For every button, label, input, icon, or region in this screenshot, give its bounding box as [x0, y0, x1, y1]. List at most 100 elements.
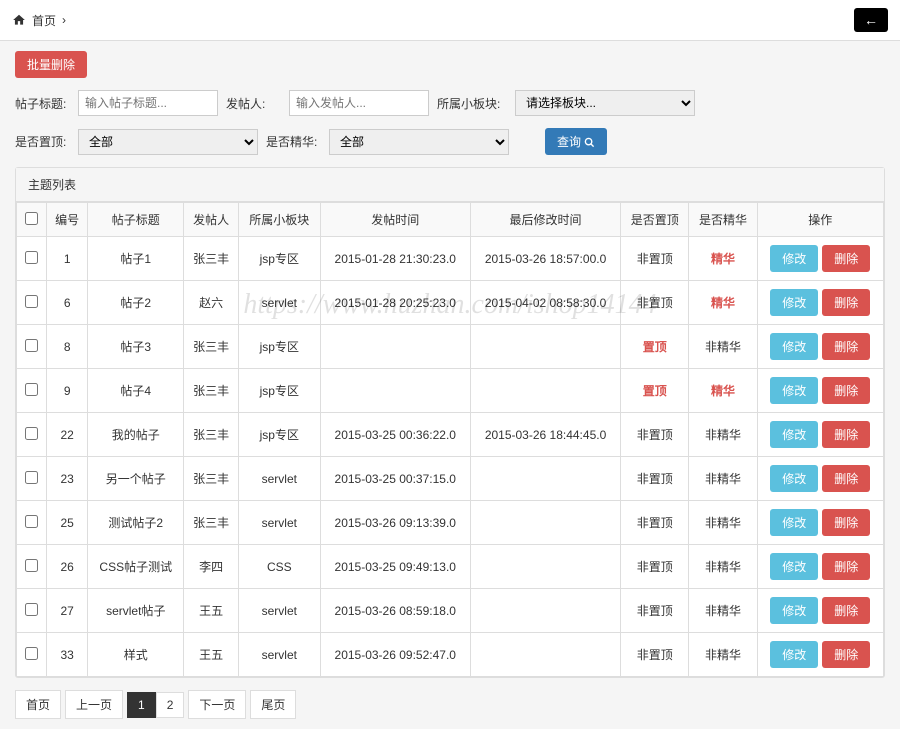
cell-title: 帖子3 — [88, 325, 184, 369]
row-checkbox[interactable] — [25, 383, 38, 396]
edit-button[interactable]: 修改 — [770, 421, 818, 448]
essence-select[interactable]: 全部 — [329, 129, 509, 155]
table-header-row: 编号 帖子标题 发帖人 所属小板块 发帖时间 最后修改时间 是否置顶 是否精华 … — [17, 203, 884, 237]
cell-essence: 精华 — [689, 237, 757, 281]
delete-button[interactable]: 删除 — [822, 465, 870, 492]
cell-post-time: 2015-03-25 00:37:15.0 — [320, 457, 470, 501]
cell-post-time: 2015-03-25 00:36:22.0 — [320, 413, 470, 457]
cell-title: 我的帖子 — [88, 413, 184, 457]
page-prev[interactable]: 上一页 — [65, 690, 123, 719]
cell-modify-time — [470, 501, 620, 545]
cell-board: jsp专区 — [238, 325, 320, 369]
page-last[interactable]: 尾页 — [250, 690, 296, 719]
col-essence: 是否精华 — [689, 203, 757, 237]
delete-button[interactable]: 删除 — [822, 289, 870, 316]
cell-top: 非置顶 — [621, 633, 689, 677]
row-checkbox[interactable] — [25, 295, 38, 308]
cell-id: 33 — [47, 633, 88, 677]
query-button[interactable]: 查询 — [545, 128, 607, 155]
table-row: 33 样式 王五 servlet 2015-03-26 09:52:47.0 非… — [17, 633, 884, 677]
cell-board: servlet — [238, 501, 320, 545]
cell-post-time: 2015-03-25 09:49:13.0 — [320, 545, 470, 589]
cell-board: jsp专区 — [238, 413, 320, 457]
table-row: 6 帖子2 赵六 servlet 2015-01-28 20:25:23.0 2… — [17, 281, 884, 325]
poster-input[interactable] — [289, 90, 429, 116]
back-button[interactable]: ← — [854, 8, 888, 32]
home-icon — [12, 13, 26, 27]
edit-button[interactable]: 修改 — [770, 333, 818, 360]
page-next[interactable]: 下一页 — [188, 690, 246, 719]
cell-poster: 张三丰 — [184, 325, 239, 369]
delete-button[interactable]: 删除 — [822, 377, 870, 404]
board-select[interactable]: 请选择板块... — [515, 90, 695, 116]
cell-id: 9 — [47, 369, 88, 413]
delete-button[interactable]: 删除 — [822, 597, 870, 624]
cell-id: 25 — [47, 501, 88, 545]
cell-post-time: 2015-01-28 21:30:23.0 — [320, 237, 470, 281]
delete-button[interactable]: 删除 — [822, 245, 870, 272]
cell-poster: 张三丰 — [184, 369, 239, 413]
edit-button[interactable]: 修改 — [770, 377, 818, 404]
page-number-1[interactable]: 1 — [127, 692, 156, 718]
edit-button[interactable]: 修改 — [770, 245, 818, 272]
col-title: 帖子标题 — [88, 203, 184, 237]
cell-post-time — [320, 369, 470, 413]
row-checkbox[interactable] — [25, 427, 38, 440]
col-modify-time: 最后修改时间 — [470, 203, 620, 237]
cell-essence: 非精华 — [689, 457, 757, 501]
cell-top: 非置顶 — [621, 501, 689, 545]
cell-id: 6 — [47, 281, 88, 325]
edit-button[interactable]: 修改 — [770, 641, 818, 668]
top-select[interactable]: 全部 — [78, 129, 258, 155]
row-checkbox[interactable] — [25, 603, 38, 616]
cell-top: 置顶 — [621, 325, 689, 369]
page-first[interactable]: 首页 — [15, 690, 61, 719]
delete-button[interactable]: 删除 — [822, 333, 870, 360]
batch-delete-button[interactable]: 批量删除 — [15, 51, 87, 78]
cell-modify-time — [470, 633, 620, 677]
cell-title: 帖子4 — [88, 369, 184, 413]
table-row: 23 另一个帖子 张三丰 servlet 2015-03-25 00:37:15… — [17, 457, 884, 501]
cell-poster: 张三丰 — [184, 237, 239, 281]
delete-button[interactable]: 删除 — [822, 509, 870, 536]
edit-button[interactable]: 修改 — [770, 465, 818, 492]
select-all-checkbox[interactable] — [25, 212, 38, 225]
page-number-2[interactable]: 2 — [156, 692, 185, 718]
cell-essence: 非精华 — [689, 633, 757, 677]
pagination: 首页 上一页 12 下一页 尾页 — [15, 690, 885, 719]
edit-button[interactable]: 修改 — [770, 553, 818, 580]
cell-board: servlet — [238, 589, 320, 633]
title-input[interactable] — [78, 90, 218, 116]
delete-button[interactable]: 删除 — [822, 641, 870, 668]
filter-row-1: 帖子标题: 发帖人: 所属小板块: 请选择板块... — [15, 90, 885, 116]
cell-id: 1 — [47, 237, 88, 281]
delete-button[interactable]: 删除 — [822, 421, 870, 448]
cell-board: jsp专区 — [238, 369, 320, 413]
table-row: 22 我的帖子 张三丰 jsp专区 2015-03-25 00:36:22.0 … — [17, 413, 884, 457]
cell-essence: 非精华 — [689, 545, 757, 589]
cell-essence: 非精华 — [689, 501, 757, 545]
table-row: 25 测试帖子2 张三丰 servlet 2015-03-26 09:13:39… — [17, 501, 884, 545]
cell-id: 27 — [47, 589, 88, 633]
col-id: 编号 — [47, 203, 88, 237]
cell-top: 非置顶 — [621, 545, 689, 589]
cell-essence: 非精华 — [689, 589, 757, 633]
delete-button[interactable]: 删除 — [822, 553, 870, 580]
filter-top-label: 是否置顶: — [15, 133, 70, 150]
edit-button[interactable]: 修改 — [770, 597, 818, 624]
search-icon — [584, 137, 595, 148]
row-checkbox[interactable] — [25, 251, 38, 264]
cell-modify-time — [470, 545, 620, 589]
cell-top: 置顶 — [621, 369, 689, 413]
edit-button[interactable]: 修改 — [770, 289, 818, 316]
cell-title: 测试帖子2 — [88, 501, 184, 545]
row-checkbox[interactable] — [25, 515, 38, 528]
cell-board: jsp专区 — [238, 237, 320, 281]
filter-row-2: 是否置顶: 全部 是否精华: 全部 查询 — [15, 128, 885, 155]
row-checkbox[interactable] — [25, 339, 38, 352]
breadcrumb-home-link[interactable]: 首页 — [32, 12, 56, 29]
row-checkbox[interactable] — [25, 559, 38, 572]
row-checkbox[interactable] — [25, 647, 38, 660]
edit-button[interactable]: 修改 — [770, 509, 818, 536]
row-checkbox[interactable] — [25, 471, 38, 484]
